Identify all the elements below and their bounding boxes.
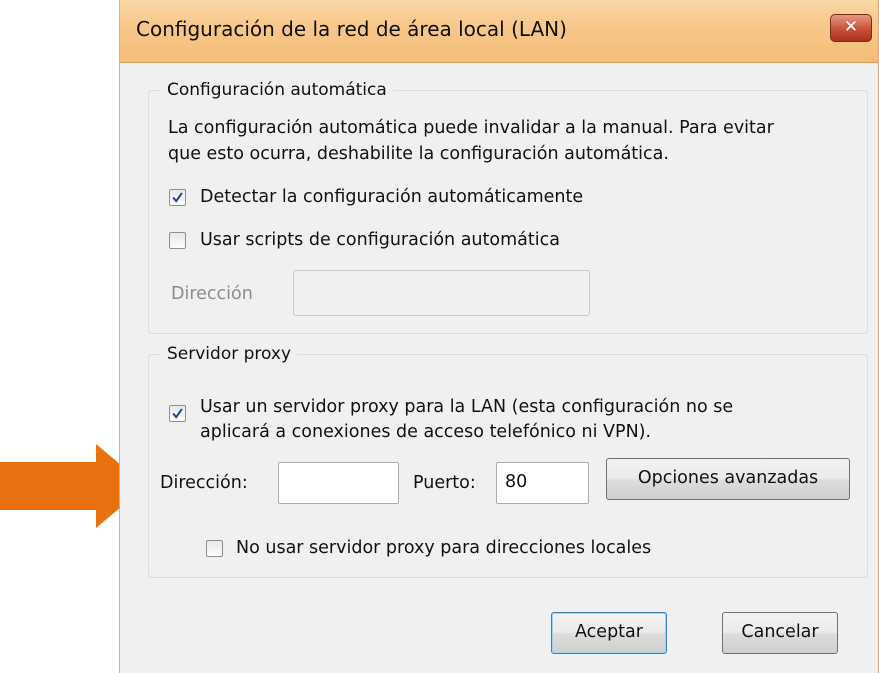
auto-config-description-line2: que esto ocurra, deshabilite la configur… (168, 144, 669, 164)
auto-script-label[interactable]: Usar scripts de configuración automática (200, 228, 560, 253)
proxy-port-label: Puerto: (413, 473, 476, 493)
proxy-port-input[interactable]: 80 (496, 462, 589, 504)
title-bar[interactable]: Configuración de la red de área local (L… (120, 0, 879, 63)
advanced-options-button[interactable]: Opciones avanzadas (606, 458, 850, 500)
auto-config-legend: Configuración automática (167, 80, 387, 100)
ok-button[interactable]: Aceptar (551, 612, 667, 654)
window-title: Configuración de la red de área local (L… (136, 17, 567, 41)
lan-settings-dialog: Configuración de la red de área local (L… (119, 0, 879, 673)
cancel-button[interactable]: Cancelar (722, 612, 838, 654)
use-proxy-label-line2[interactable]: aplicará a conexiones de acceso telefóni… (200, 420, 651, 445)
proxy-server-legend: Servidor proxy (167, 344, 292, 364)
detect-settings-label[interactable]: Detectar la configuración automáticament… (200, 185, 583, 210)
script-address-field (293, 270, 590, 316)
proxy-address-input[interactable] (278, 462, 399, 504)
auto-config-description-line1: La configuración automática puede invali… (168, 118, 774, 138)
use-proxy-checkbox[interactable] (169, 405, 186, 422)
use-proxy-label-line1[interactable]: Usar un servidor proxy para la LAN (esta… (200, 395, 733, 420)
proxy-address-label: Dirección: (160, 473, 248, 493)
bypass-local-checkbox[interactable] (206, 540, 223, 557)
checkmark-icon (172, 192, 183, 203)
detect-settings-checkbox[interactable] (169, 189, 186, 206)
checkmark-icon (172, 408, 183, 419)
auto-script-checkbox[interactable] (169, 232, 186, 249)
script-address-label: Dirección (171, 284, 253, 304)
close-button[interactable]: ✕ (830, 14, 872, 42)
bypass-local-label[interactable]: No usar servidor proxy para direcciones … (236, 536, 651, 561)
